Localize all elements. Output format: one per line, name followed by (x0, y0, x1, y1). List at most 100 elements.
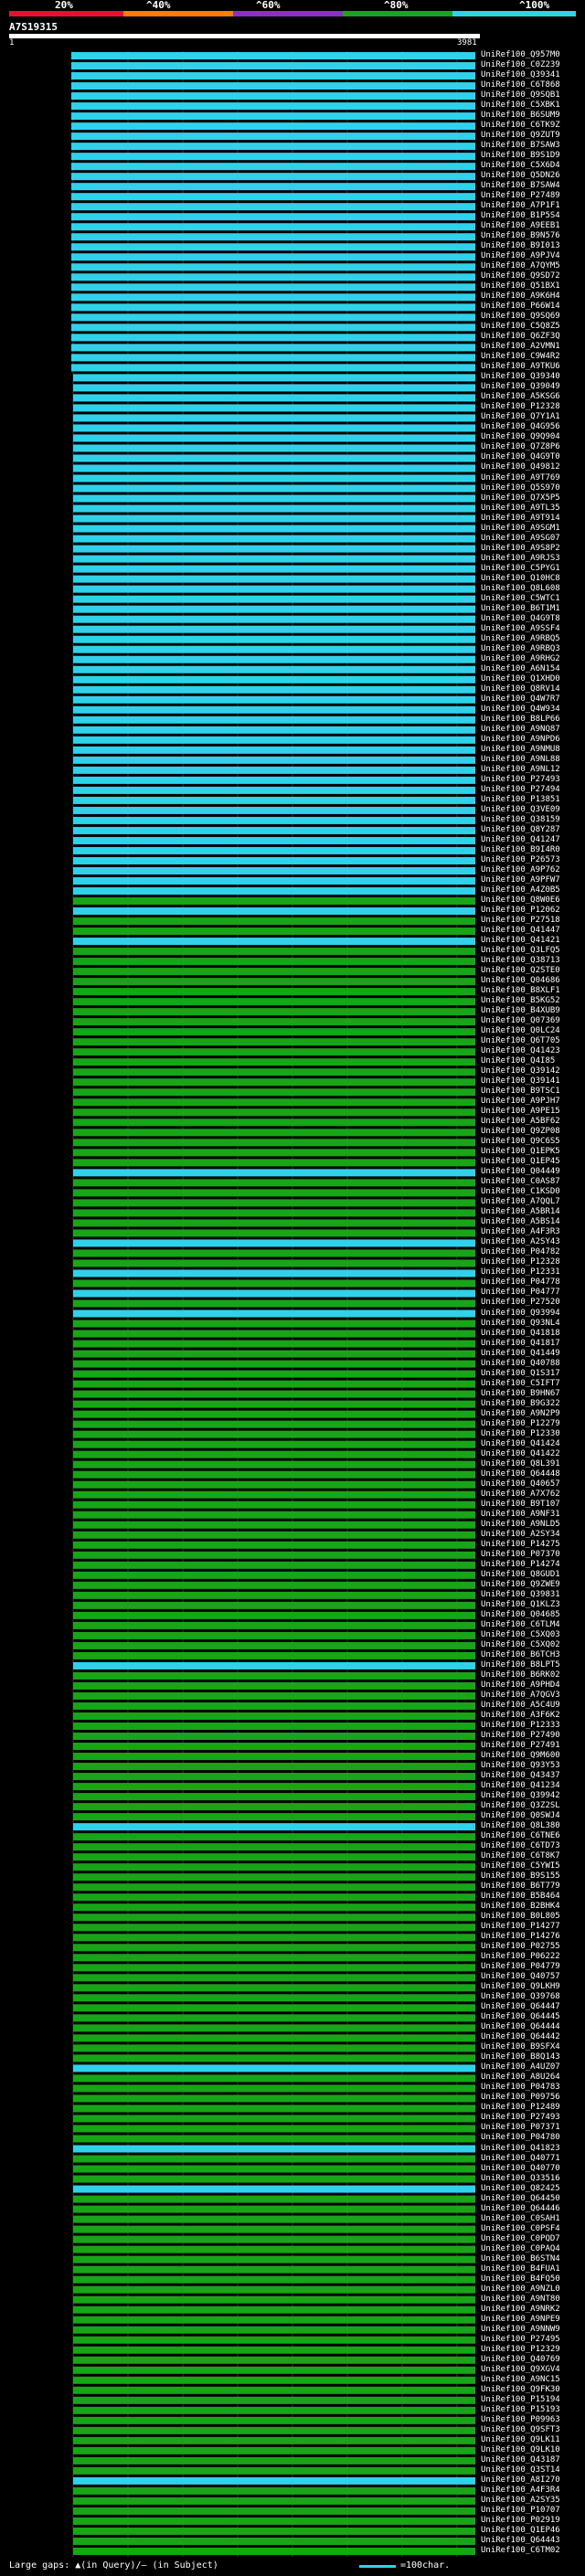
hit-label[interactable]: UniRef100_C9W4R2 (481, 352, 560, 361)
hit-bar[interactable] (73, 1883, 475, 1892)
hit-label[interactable]: UniRef100_A8I270 (481, 2475, 560, 2485)
hit-bar[interactable] (73, 1823, 475, 1831)
hit-bar[interactable] (73, 535, 475, 543)
hit-label[interactable]: UniRef100_A7QYM5 (481, 261, 560, 270)
hit-label[interactable]: UniRef100_Q9LKH9 (481, 1982, 560, 1991)
hit-label[interactable]: UniRef100_C6TD73 (481, 1841, 560, 1850)
hit-label[interactable]: UniRef100_B9HN67 (481, 1389, 560, 1398)
hit-bar[interactable] (73, 404, 475, 412)
hit-label[interactable]: UniRef100_A9P762 (481, 865, 560, 875)
hit-bar[interactable] (73, 1219, 475, 1227)
hit-bar[interactable] (73, 1661, 475, 1670)
hit-label[interactable]: UniRef100_Q3LFQ5 (481, 946, 560, 955)
hit-label[interactable]: UniRef100_Q2STE0 (481, 966, 560, 975)
hit-bar[interactable] (73, 474, 475, 482)
hit-bar[interactable] (71, 213, 475, 221)
hit-bar[interactable] (73, 1893, 475, 1902)
hit-bar[interactable] (73, 2185, 475, 2193)
hit-label[interactable]: UniRef100_Q9C6S5 (481, 1137, 560, 1146)
hit-label[interactable]: UniRef100_B1P5S4 (481, 211, 560, 220)
hit-bar[interactable] (73, 1068, 475, 1076)
hit-bar[interactable] (73, 595, 475, 603)
hit-bar[interactable] (73, 514, 475, 523)
hit-label[interactable]: UniRef100_B9S155 (481, 1871, 560, 1881)
hit-label[interactable]: UniRef100_A7X762 (481, 1489, 560, 1499)
hit-bar[interactable] (73, 2466, 475, 2475)
hit-bar[interactable] (73, 1008, 475, 1016)
hit-bar[interactable] (73, 1873, 475, 1882)
hit-label[interactable]: UniRef100_Q41447 (481, 926, 560, 935)
hit-label[interactable]: UniRef100_Q8L380 (481, 1821, 560, 1830)
hit-bar[interactable] (73, 2255, 475, 2263)
hit-label[interactable]: UniRef100_Q07369 (481, 1016, 560, 1025)
hit-label[interactable]: UniRef100_B0L805 (481, 1912, 560, 1921)
hit-bar[interactable] (73, 1964, 475, 1972)
hit-bar[interactable] (73, 1189, 475, 1197)
hit-label[interactable]: UniRef100_B6STN4 (481, 2254, 560, 2263)
hit-label[interactable]: UniRef100_Q82425 (481, 2184, 560, 2193)
hit-bar[interactable] (73, 1793, 475, 1801)
hit-label[interactable]: UniRef100_B6T779 (481, 1882, 560, 1891)
hit-bar[interactable] (71, 323, 475, 332)
hit-label[interactable]: UniRef100_A9PE15 (481, 1107, 560, 1116)
hit-label[interactable]: UniRef100_A9NLD5 (481, 1520, 560, 1529)
hit-label[interactable]: UniRef100_A9RHG2 (481, 654, 560, 663)
hit-bar[interactable] (73, 1843, 475, 1851)
hit-label[interactable]: UniRef100_P66W14 (481, 302, 560, 311)
hit-bar[interactable] (73, 2034, 475, 2042)
hit-label[interactable]: UniRef100_A2VMN1 (481, 342, 560, 351)
hit-label[interactable]: UniRef100_C5XBK1 (481, 101, 560, 110)
hit-label[interactable]: UniRef100_Q8L391 (481, 1459, 560, 1468)
hit-bar[interactable] (73, 1430, 475, 1438)
hit-label[interactable]: UniRef100_B5KG52 (481, 996, 560, 1005)
hit-bar[interactable] (73, 2235, 475, 2243)
hit-bar[interactable] (73, 1440, 475, 1448)
hit-bar[interactable] (73, 434, 475, 442)
hit-bar[interactable] (73, 2446, 475, 2454)
hit-bar[interactable] (73, 2205, 475, 2213)
hit-bar[interactable] (73, 2175, 475, 2183)
hit-bar[interactable] (73, 948, 475, 956)
hit-bar[interactable] (73, 1098, 475, 1107)
hit-label[interactable]: UniRef100_A5BS14 (481, 1217, 560, 1226)
hit-bar[interactable] (73, 907, 475, 916)
hit-label[interactable]: UniRef100_Q7Z8P6 (481, 442, 560, 451)
hit-label[interactable]: UniRef100_A7QGV3 (481, 1691, 560, 1700)
hit-label[interactable]: UniRef100_Q41422 (481, 1449, 560, 1458)
hit-bar[interactable] (73, 1773, 475, 1781)
hit-label[interactable]: UniRef100_Q64446 (481, 2204, 560, 2213)
hit-label[interactable]: UniRef100_B4FUA1 (481, 2264, 560, 2274)
hit-label[interactable]: UniRef100_A9PHD4 (481, 1680, 560, 1690)
hit-label[interactable]: UniRef100_Q39142 (481, 1066, 560, 1076)
hit-bar[interactable] (73, 444, 475, 452)
hit-bar[interactable] (73, 665, 475, 673)
hit-label[interactable]: UniRef100_B9N576 (481, 231, 560, 240)
hit-label[interactable]: UniRef100_A4F3R4 (481, 2486, 560, 2495)
hit-bar[interactable] (73, 2125, 475, 2133)
hit-label[interactable]: UniRef100_Q9XGV4 (481, 2365, 560, 2374)
hit-bar[interactable] (73, 2225, 475, 2233)
hit-label[interactable]: UniRef100_P27493 (481, 2113, 560, 2122)
hit-bar[interactable] (73, 2044, 475, 2052)
hit-bar[interactable] (73, 1803, 475, 1811)
hit-bar[interactable] (73, 1028, 475, 1036)
hit-label[interactable]: UniRef100_C5Q8Z5 (481, 322, 560, 331)
hit-label[interactable]: UniRef100_Q4W7R7 (481, 694, 560, 704)
hit-bar[interactable] (73, 1129, 475, 1137)
hit-bar[interactable] (73, 1229, 475, 1237)
hit-bar[interactable] (73, 545, 475, 553)
hit-label[interactable]: UniRef100_Q40788 (481, 1359, 560, 1368)
hit-bar[interactable] (73, 1681, 475, 1690)
hit-label[interactable]: UniRef100_Q8GUD1 (481, 1570, 560, 1579)
hit-bar[interactable] (73, 414, 475, 422)
hit-bar[interactable] (73, 1561, 475, 1569)
hit-label[interactable]: UniRef100_A9K6H4 (481, 292, 560, 301)
hit-label[interactable]: UniRef100_B7SAW3 (481, 141, 560, 150)
hit-label[interactable]: UniRef100_A2SY43 (481, 1237, 560, 1246)
hit-label[interactable]: UniRef100_Q38159 (481, 815, 560, 824)
hit-label[interactable]: UniRef100_Q41818 (481, 1329, 560, 1338)
hit-label[interactable]: UniRef100_Q41247 (481, 835, 560, 844)
hit-label[interactable]: UniRef100_B7SAW4 (481, 181, 560, 190)
hit-label[interactable]: UniRef100_C6TM02 (481, 2546, 560, 2555)
hit-bar[interactable] (71, 62, 475, 70)
